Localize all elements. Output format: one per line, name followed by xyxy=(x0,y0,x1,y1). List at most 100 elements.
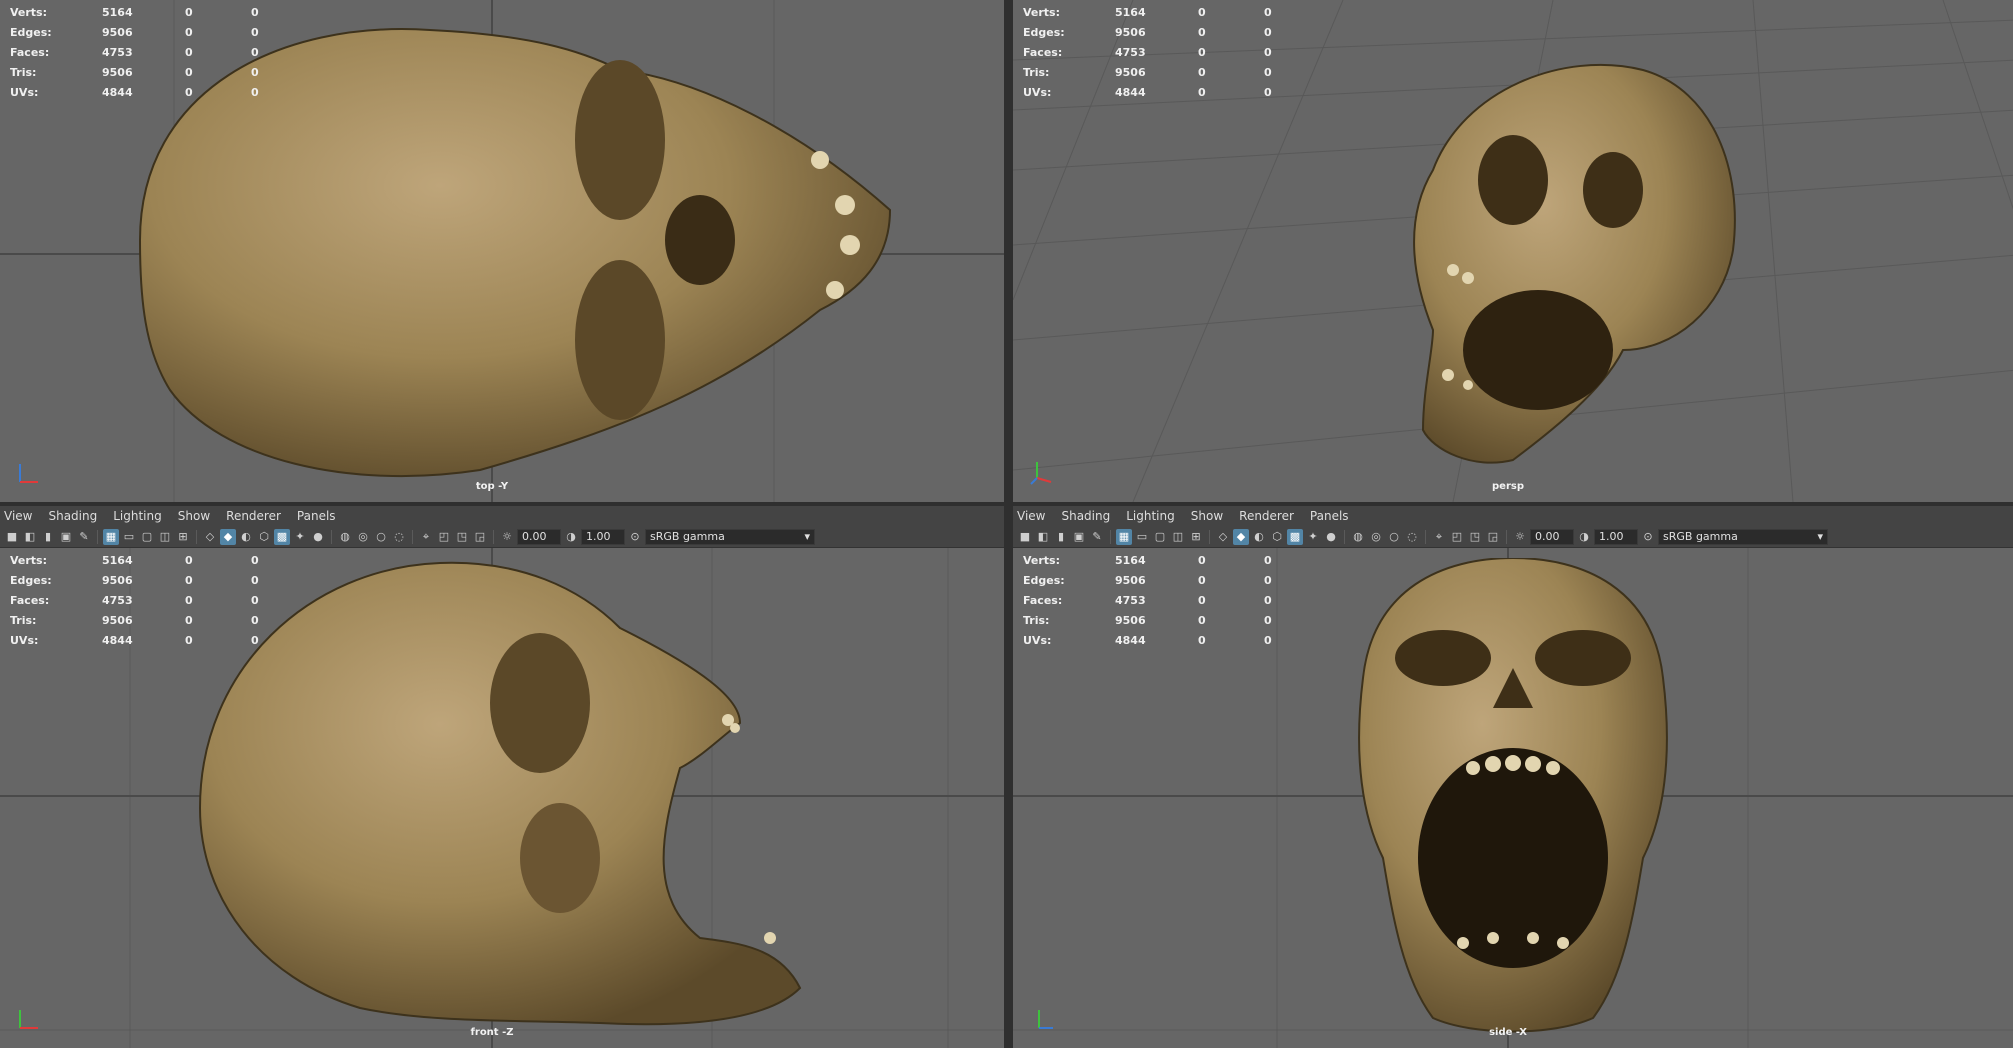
menu-lighting[interactable]: Lighting xyxy=(1118,509,1183,523)
viewport-top[interactable]: Verts: 5164 0 0 Edges: 9506 0 0 Faces: 4753 0 0 T… xyxy=(0,0,1004,502)
skull-model-persp[interactable] xyxy=(1373,50,1753,470)
axis-gizmo-icon xyxy=(1038,1010,1053,1029)
gamma-icon[interactable]: ◑ xyxy=(1576,529,1592,545)
gamma-field[interactable]: 1.00 xyxy=(1594,528,1638,545)
panel-divider-horizontal[interactable] xyxy=(0,502,2013,506)
color-space-value: sRGB gamma xyxy=(650,530,725,543)
exposure-field[interactable]: 0.00 xyxy=(517,528,561,545)
toolbar-separator xyxy=(1110,529,1111,544)
grease-pencil-icon[interactable]: ✎ xyxy=(76,529,92,545)
color-management-icon[interactable]: ⊙ xyxy=(1640,529,1656,545)
resolution-gate-icon[interactable]: ▢ xyxy=(1152,529,1168,545)
shadows-icon[interactable]: ● xyxy=(310,529,326,545)
motion-blur-icon[interactable]: ◎ xyxy=(1368,529,1384,545)
depth-of-field-icon[interactable]: ◌ xyxy=(391,529,407,545)
camera-icon[interactable]: ■ xyxy=(4,529,20,545)
color-space-dropdown[interactable]: sRGB gamma ▾ xyxy=(645,528,815,545)
lights-icon[interactable]: ✦ xyxy=(1305,529,1321,545)
poly-stats: Verts: 5164 0 0 Edges: 9506 0 0 Faces: 4753 0 0 T… xyxy=(1023,6,1272,99)
anti-aliasing-icon[interactable]: ○ xyxy=(373,529,389,545)
chevron-down-icon: ▾ xyxy=(804,530,810,543)
bookmark-icon[interactable]: ▮ xyxy=(1053,529,1069,545)
gate-mask-icon[interactable]: ◫ xyxy=(157,529,173,545)
xray-icon[interactable]: ◰ xyxy=(436,529,452,545)
field-chart-icon[interactable]: ⊞ xyxy=(175,529,191,545)
gamma-field[interactable]: 1.00 xyxy=(581,528,625,545)
menu-show[interactable]: Show xyxy=(1183,509,1231,523)
grid-icon[interactable]: ▦ xyxy=(1116,528,1132,545)
textured-icon[interactable]: ▩ xyxy=(274,528,290,545)
toolbar-separator xyxy=(1506,529,1507,544)
exposure-field[interactable]: 0.00 xyxy=(1530,528,1574,545)
camera-attributes-icon[interactable]: ◧ xyxy=(22,529,38,545)
color-space-dropdown[interactable]: sRGB gamma ▾ xyxy=(1658,528,1828,545)
default-material-icon[interactable]: ◐ xyxy=(1251,529,1267,545)
field-chart-icon[interactable]: ⊞ xyxy=(1188,529,1204,545)
isolate-select-icon[interactable]: ⌖ xyxy=(1431,529,1447,545)
backface-culling-icon[interactable]: ◲ xyxy=(472,529,488,545)
camera-label: persp xyxy=(1492,481,1524,492)
ambient-occlusion-icon[interactable]: ◍ xyxy=(1350,529,1366,545)
menu-panels[interactable]: Panels xyxy=(289,509,344,523)
menu-show[interactable]: Show xyxy=(170,509,218,523)
isolate-select-icon[interactable]: ⌖ xyxy=(418,529,434,545)
lights-icon[interactable]: ✦ xyxy=(292,529,308,545)
xray-icon[interactable]: ◰ xyxy=(1449,529,1465,545)
gate-mask-icon[interactable]: ◫ xyxy=(1170,529,1186,545)
skull-model-side[interactable] xyxy=(1333,558,1693,1038)
resolution-gate-icon[interactable]: ▢ xyxy=(139,529,155,545)
panel-divider-vertical[interactable] xyxy=(1004,0,1013,1048)
toolbar-separator xyxy=(1344,529,1345,544)
camera-icon[interactable]: ■ xyxy=(1017,529,1033,545)
anti-aliasing-icon[interactable]: ○ xyxy=(1386,529,1402,545)
exposure-icon[interactable]: ☼ xyxy=(1512,529,1528,545)
viewport-persp[interactable]: Verts: 5164 0 0 Edges: 9506 0 0 Faces: 4753 0 0 T… xyxy=(1013,0,2013,502)
motion-blur-icon[interactable]: ◎ xyxy=(355,529,371,545)
menu-renderer[interactable]: Renderer xyxy=(218,509,289,523)
wireframe-on-shaded-icon[interactable]: ⬡ xyxy=(256,529,272,545)
menu-renderer[interactable]: Renderer xyxy=(1231,509,1302,523)
camera-label: front -Z xyxy=(470,1027,514,1038)
menu-lighting[interactable]: Lighting xyxy=(105,509,170,523)
menu-view[interactable]: View xyxy=(0,509,40,523)
grid-icon[interactable]: ▦ xyxy=(103,528,119,545)
menu-panels[interactable]: Panels xyxy=(1302,509,1357,523)
film-gate-icon[interactable]: ▭ xyxy=(1134,529,1150,545)
ambient-occlusion-icon[interactable]: ◍ xyxy=(337,529,353,545)
image-plane-icon[interactable]: ▣ xyxy=(1071,529,1087,545)
poly-stats: Verts: 5164 0 0 Edges: 9506 0 0 Faces: 4753 0 0 T… xyxy=(10,6,259,99)
menu-shading[interactable]: Shading xyxy=(1053,509,1118,523)
xray-joints-icon[interactable]: ◳ xyxy=(1467,529,1483,545)
wireframe-icon[interactable]: ◇ xyxy=(1215,529,1231,545)
menu-view[interactable]: View xyxy=(1013,509,1053,523)
toolbar-separator xyxy=(331,529,332,544)
panel-toolbar: ■ ◧ ▮ ▣ ✎ ▦ ▭ ▢ ◫ ⊞ ◇ ◆ ◐ ⬡ ▩ ✦ ● ◍ ◎ ○ … xyxy=(0,526,1004,548)
depth-of-field-icon[interactable]: ◌ xyxy=(1404,529,1420,545)
camera-attributes-icon[interactable]: ◧ xyxy=(1035,529,1051,545)
panel-menu-bar: View Shading Lighting Show Renderer Pane… xyxy=(0,506,1004,526)
grease-pencil-icon[interactable]: ✎ xyxy=(1089,529,1105,545)
bookmark-icon[interactable]: ▮ xyxy=(40,529,56,545)
wireframe-on-shaded-icon[interactable]: ⬡ xyxy=(1269,529,1285,545)
wireframe-icon[interactable]: ◇ xyxy=(202,529,218,545)
menu-shading[interactable]: Shading xyxy=(40,509,105,523)
default-material-icon[interactable]: ◐ xyxy=(238,529,254,545)
shadows-icon[interactable]: ● xyxy=(1323,529,1339,545)
image-plane-icon[interactable]: ▣ xyxy=(58,529,74,545)
toolbar-separator xyxy=(97,529,98,544)
xray-joints-icon[interactable]: ◳ xyxy=(454,529,470,545)
axis-gizmo-icon xyxy=(19,1010,38,1029)
backface-culling-icon[interactable]: ◲ xyxy=(1485,529,1501,545)
gamma-icon[interactable]: ◑ xyxy=(563,529,579,545)
viewport-side[interactable]: View Shading Lighting Show Renderer Pane… xyxy=(1013,506,2013,1048)
toolbar-separator xyxy=(1425,529,1426,544)
viewport-front[interactable]: View Shading Lighting Show Renderer Pane… xyxy=(0,506,1004,1048)
smooth-shade-icon[interactable]: ◆ xyxy=(220,528,236,545)
color-management-icon[interactable]: ⊙ xyxy=(627,529,643,545)
poly-stats: Verts: 5164 0 0 Edges: 9506 0 0 Faces: 4753 0 0 T… xyxy=(10,554,259,647)
toolbar-separator xyxy=(196,529,197,544)
textured-icon[interactable]: ▩ xyxy=(1287,528,1303,545)
exposure-icon[interactable]: ☼ xyxy=(499,529,515,545)
film-gate-icon[interactable]: ▭ xyxy=(121,529,137,545)
smooth-shade-icon[interactable]: ◆ xyxy=(1233,528,1249,545)
